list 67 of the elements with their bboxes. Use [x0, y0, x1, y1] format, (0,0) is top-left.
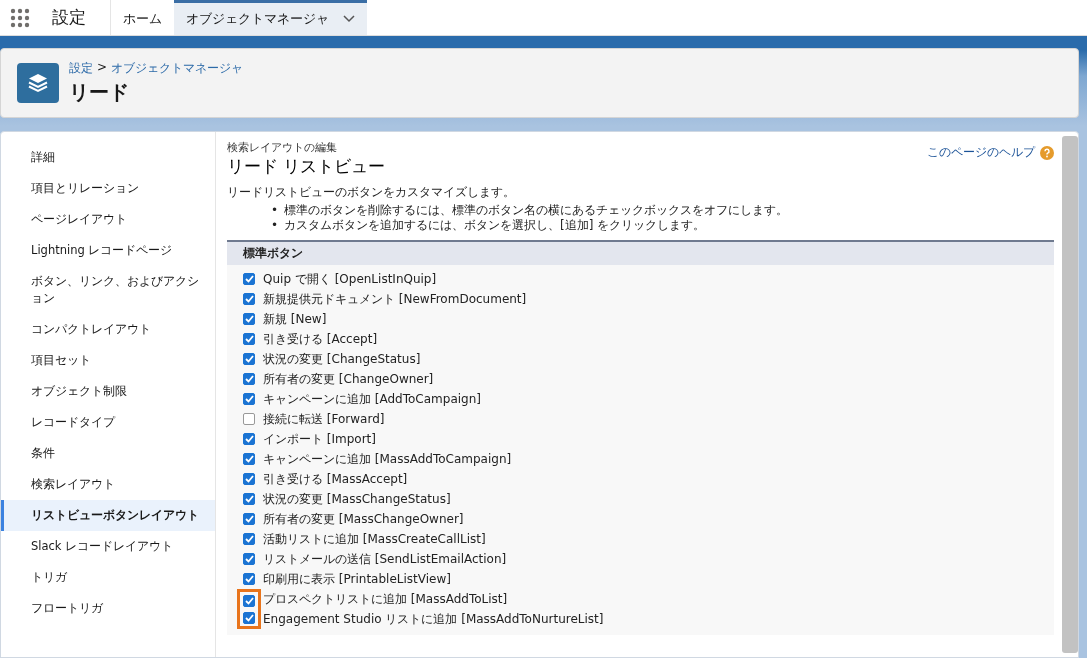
instruction-item: カスタムボタンを追加するには、ボタンを選択し、[追加] をクリックします。	[284, 218, 706, 233]
sidebar-item[interactable]: 詳細	[1, 142, 215, 173]
button-label: 新規提供元ドキュメント [NewFromDocument]	[263, 290, 527, 308]
sidebar-item[interactable]: ボタン、リンク、およびアクション	[1, 266, 215, 314]
checkbox[interactable]	[243, 493, 255, 505]
checkbox[interactable]	[243, 553, 255, 565]
help-link[interactable]: このページのヘルプ	[927, 144, 1054, 161]
checkbox[interactable]	[243, 393, 255, 405]
button-label: 新規 [New]	[263, 310, 327, 328]
page-subtitle: 検索レイアウトの編集	[227, 140, 338, 155]
checkbox[interactable]	[243, 413, 255, 425]
button-label: インポート [Import]	[263, 430, 376, 448]
button-label: 状況の変更 [ChangeStatus]	[263, 350, 421, 368]
button-label: 接続に転送 [Forward]	[263, 410, 385, 428]
checkbox[interactable]	[243, 611, 255, 624]
button-label: 引き受ける [Accept]	[263, 330, 378, 348]
checkbox[interactable]	[243, 373, 255, 385]
sidebar-item[interactable]: 条件	[1, 438, 215, 469]
checkbox[interactable]	[243, 353, 255, 365]
checkbox[interactable]	[243, 453, 255, 465]
sidebar-item[interactable]: ページレイアウト	[1, 204, 215, 235]
button-label: 印刷用に表示 [PrintableListView]	[263, 570, 451, 588]
button-label: リストメールの送信 [SendListEmailAction]	[263, 550, 507, 568]
checkbox[interactable]	[243, 273, 255, 285]
sidebar-item[interactable]: Lightning レコードページ	[1, 235, 215, 266]
checkbox[interactable]	[243, 533, 255, 545]
instruction-item: 標準のボタンを削除するには、標準のボタン名の横にあるチェックボックスをオフにします。	[284, 203, 789, 218]
breadcrumb-link[interactable]: オブジェクトマネージャ	[111, 60, 244, 77]
bullet-marker: •	[271, 218, 279, 233]
checkbox[interactable]	[243, 313, 255, 325]
button-label: 所有者の変更 [ChangeOwner]	[263, 370, 434, 388]
button-label: キャンペーンに追加 [MassAddToCampaign]	[263, 450, 512, 468]
sidebar-item[interactable]: コンパクトレイアウト	[1, 314, 215, 345]
sidebar-item[interactable]: オブジェクト制限	[1, 376, 215, 407]
checkbox[interactable]	[243, 513, 255, 525]
sidebar-item[interactable]: 項目とリレーション	[1, 173, 215, 204]
sidebar-item[interactable]: 検索レイアウト	[1, 469, 215, 500]
page-title: リード リストビュー	[227, 155, 386, 178]
button-label: プロスペクトリストに追加 [MassAddToList]	[263, 590, 508, 608]
sidebar-item[interactable]: レコードタイプ	[1, 407, 215, 438]
nav-tab[interactable]: オブジェクトマネージャ	[174, 0, 367, 35]
button-label: 所有者の変更 [MassChangeOwner]	[263, 510, 464, 528]
chevron-down-icon[interactable]	[343, 15, 355, 23]
object-title: リード	[69, 79, 130, 106]
button-label: 状況の変更 [MassChangeStatus]	[263, 490, 451, 508]
checkbox[interactable]	[243, 573, 255, 585]
sidebar-item[interactable]: Slack レコードレイアウト	[1, 531, 215, 562]
sidebar-item[interactable]: リストビューボタンレイアウト	[1, 500, 215, 531]
button-label: 引き受ける [MassAccept]	[263, 470, 408, 488]
bullet-marker: •	[271, 203, 279, 218]
sidebar-item[interactable]: 項目セット	[1, 345, 215, 376]
description-text: リードリストビューのボタンをカスタマイズします。	[227, 184, 516, 201]
checkbox[interactable]	[243, 473, 255, 485]
sidebar-item[interactable]: トリガ	[1, 562, 215, 593]
layers-icon	[17, 63, 59, 103]
button-label: キャンペーンに追加 [AddToCampaign]	[263, 390, 481, 408]
button-label: Engagement Studio リストに追加 [MassAddToNurtureList]	[263, 610, 604, 628]
breadcrumb-separator: >	[97, 60, 108, 76]
sidebar-item[interactable]: フロートリガ	[1, 593, 215, 624]
checkbox[interactable]	[243, 333, 255, 345]
button-label: Quip で開く [OpenListInQuip]	[263, 270, 437, 288]
checkbox[interactable]	[243, 293, 255, 305]
button-label: 活動リストに追加 [MassCreateCallList]	[263, 530, 486, 548]
section-header: 標準ボタン	[227, 242, 1054, 265]
breadcrumb-link[interactable]: 設定	[69, 60, 93, 77]
checkbox[interactable]	[243, 594, 255, 607]
checkbox[interactable]	[243, 433, 255, 445]
